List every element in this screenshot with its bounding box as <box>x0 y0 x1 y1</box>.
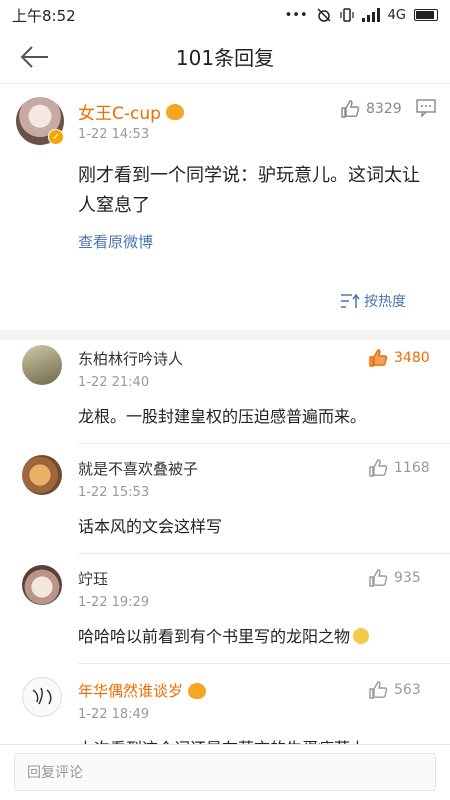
reply-username-row: 东柏林行吟诗人 <box>78 348 183 369</box>
page-title: 101条回复 <box>175 46 275 70</box>
thumbs-up-icon <box>369 459 388 477</box>
laughing-emoji-icon <box>353 628 370 644</box>
reply-text: 哈哈哈以前看到有个书里写的龙阳之物 <box>78 623 438 647</box>
alarm-mute-icon <box>317 8 331 22</box>
reply-username[interactable]: 年华偶然谁谈岁 <box>78 680 183 701</box>
reply-bar: 回复评论 <box>0 744 450 800</box>
op-username-row: 女王C-cup <box>78 99 184 124</box>
reply-divider <box>78 553 450 554</box>
battery-icon <box>414 9 438 21</box>
vip-badge-icon <box>165 103 184 120</box>
reply-text: 龙根。一股封建皇权的压迫感普遍而来。 <box>78 407 367 426</box>
reply-divider <box>78 663 450 664</box>
more-dots-icon: ••• <box>284 7 308 23</box>
reply-username-row: 年华偶然谁谈岁 <box>78 680 207 701</box>
reply-divider <box>78 443 450 444</box>
reply-text: 话本风的文会这样写 <box>78 517 223 536</box>
reply-timestamp: 1-22 19:29 <box>78 595 150 610</box>
reply-avatar[interactable] <box>22 345 62 385</box>
back-arrow-icon <box>20 46 48 68</box>
thumbs-up-icon <box>369 681 388 699</box>
sort-icon <box>341 293 360 308</box>
reply-avatar[interactable] <box>22 677 62 717</box>
reply-timestamp: 1-22 21:40 <box>78 375 150 390</box>
op-like-button[interactable]: 8329 <box>340 99 402 119</box>
thumbs-up-filled-icon <box>369 349 388 367</box>
sort-label: 按热度 <box>364 294 406 310</box>
reply-text: 上次看到这个词还是在莫言的牛蛋瘦草上 <box>78 735 438 744</box>
reply-username[interactable]: 就是不喜欢叠被子 <box>78 458 198 479</box>
reply-avatar[interactable] <box>22 565 62 605</box>
reply-username-row: 就是不喜欢叠被子 <box>78 458 198 479</box>
verified-badge-icon: ✓ <box>48 129 64 145</box>
reply-item: 东柏林行吟诗人 1-22 21:40 3480 龙根。一股封建皇权的压迫感普遍而… <box>0 345 450 435</box>
reply-timestamp: 1-22 18:49 <box>78 707 150 722</box>
reply-like-button[interactable]: 3480 <box>368 348 430 368</box>
view-original-weibo-link[interactable]: 查看原微博 <box>78 231 153 252</box>
thumbs-up-icon <box>341 100 360 118</box>
reply-like-button[interactable]: 935 <box>368 568 421 588</box>
thumbs-up-icon <box>369 569 388 587</box>
signal-icon <box>361 8 380 22</box>
section-divider <box>0 330 450 340</box>
reply-like-count: 1168 <box>394 460 430 476</box>
reply-text-content: 哈哈哈以前看到有个书里写的龙阳之物 <box>78 627 351 646</box>
reply-item: 年华偶然谁谈岁 1-22 18:49 563 上次看到这个词还是在莫言的牛蛋瘦草… <box>0 677 450 744</box>
vip-badge-icon <box>188 682 207 699</box>
reply-timestamp: 1-22 15:53 <box>78 485 150 500</box>
original-comment: ✓ 女王C-cup 1-22 14:53 8329 刚才看到一个同学说：驴玩意儿… <box>0 85 450 330</box>
comment-icon <box>416 99 436 118</box>
reply-username[interactable]: 竚珏 <box>78 568 108 589</box>
reply-like-count: 563 <box>394 682 421 698</box>
nav-bar: 101条回复 <box>0 30 450 84</box>
comment-button[interactable] <box>416 99 436 121</box>
op-like-count: 8329 <box>366 101 402 117</box>
reply-like-count: 935 <box>394 570 421 586</box>
network-type: 4G <box>387 7 406 23</box>
op-username[interactable]: 女王C-cup <box>78 99 161 124</box>
avatar-calligraphy-icon <box>32 687 52 705</box>
status-time: 上午8:52 <box>12 6 76 25</box>
back-button[interactable] <box>18 40 52 74</box>
reply-like-count: 3480 <box>394 350 430 366</box>
reply-like-button[interactable]: 1168 <box>368 458 430 478</box>
reply-item: 就是不喜欢叠被子 1-22 15:53 1168 话本风的文会这样写 <box>0 455 450 545</box>
reply-username-row: 竚珏 <box>78 568 108 589</box>
status-bar: 上午8:52 ••• 4G <box>0 0 450 30</box>
vibrate-icon <box>340 8 354 22</box>
reply-like-button[interactable]: 563 <box>368 680 421 700</box>
sort-by-hot-button[interactable]: 按热度 <box>340 291 406 311</box>
reply-item: 竚珏 1-22 19:29 935 哈哈哈以前看到有个书里写的龙阳之物 <box>0 565 450 655</box>
reply-input[interactable]: 回复评论 <box>14 753 436 791</box>
reply-username[interactable]: 东柏林行吟诗人 <box>78 348 183 369</box>
status-icons: ••• 4G <box>285 7 438 23</box>
op-comment-text: 刚才看到一个同学说：驴玩意儿。这词太让人窒息了 <box>78 165 420 216</box>
reply-avatar[interactable] <box>22 455 62 495</box>
op-timestamp: 1-22 14:53 <box>78 127 150 142</box>
